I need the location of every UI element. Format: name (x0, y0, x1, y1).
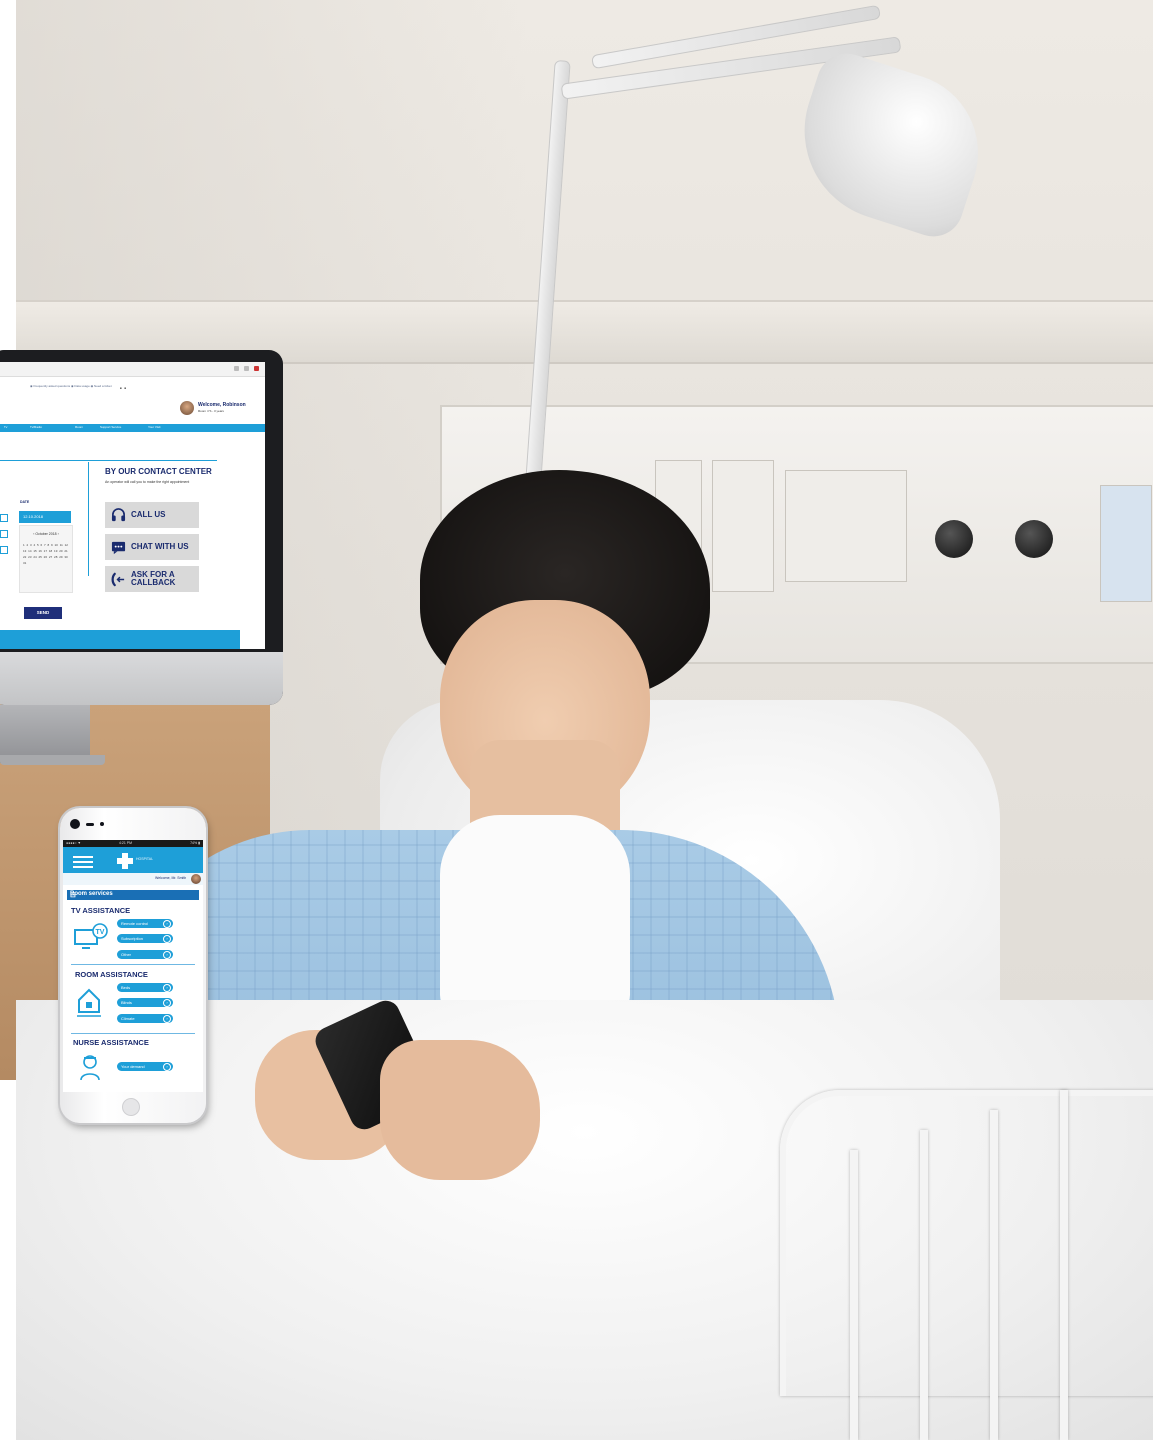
signal-indicator: ●●●●○ ▼ (66, 841, 82, 845)
monitor-stand-base (0, 755, 105, 765)
main-nav: Tv Tv/Radio Room Support Service Your Vi… (0, 424, 265, 432)
header-icons[interactable]: ■ ■ (120, 386, 126, 390)
tv-other-button[interactable]: Other › (117, 950, 173, 959)
room-services-bar: Room services ⊟ (67, 890, 199, 900)
tv-icon: TV (73, 922, 109, 957)
ask-callback-label: ASK FOR A CALLBACK (131, 570, 176, 587)
hamburger-menu-icon[interactable] (73, 856, 93, 868)
nav-item-tv[interactable]: Tv (4, 425, 7, 429)
form-field-marker[interactable] (0, 514, 8, 522)
phone-speaker (86, 823, 94, 826)
photo-scene (0, 0, 1153, 1440)
menu-icon[interactable] (244, 366, 249, 371)
antenna-outlet (712, 460, 774, 592)
rail-bar (850, 1150, 858, 1440)
remote-control-button[interactable]: Remote control › (117, 919, 173, 928)
browser-bar (0, 362, 265, 377)
chat-bubble-icon (111, 540, 126, 555)
extension-icon[interactable] (254, 366, 259, 371)
welcome-title: Welcome, Robinson (198, 402, 246, 408)
welcome-bar: Welcome, Mr. Smith (63, 873, 203, 885)
calendar-days[interactable]: 1 2 3 4 5 6 7 8 9 10 11 12 13 14 15 16 1… (23, 542, 71, 566)
call-us-button[interactable]: CALL US (105, 502, 199, 528)
hospital-cross-logo (117, 853, 133, 869)
form-field-marker[interactable] (0, 546, 8, 554)
battery-indicator: 74% ▮ (190, 841, 200, 845)
section-divider (71, 964, 195, 965)
white-tshirt (440, 815, 630, 1015)
nav-item-your-visit[interactable]: Your Visit (148, 425, 161, 429)
phone-sensor (100, 822, 104, 826)
front-camera (70, 819, 80, 829)
date-input[interactable]: 12.10.2018 (19, 511, 71, 523)
contact-center-title: BY OUR CONTACT CENTER (105, 467, 212, 476)
home-button[interactable] (122, 1098, 140, 1116)
app-header: HOSPITAL (63, 847, 203, 873)
nurse-icon (79, 1052, 101, 1087)
room-assistance-title: ROOM ASSISTANCE (75, 970, 148, 979)
suction-valve (1015, 520, 1053, 558)
desktop-screen: ◉ Frequently asked questions ◉ Data usag… (0, 362, 265, 649)
user-avatar (180, 401, 194, 415)
call-us-label: CALL US (131, 510, 166, 519)
nurse-assistance-title: NURSE ASSISTANCE (73, 1038, 149, 1047)
form-field-marker[interactable] (0, 530, 8, 538)
house-icon (75, 986, 103, 1025)
section-divider (71, 1033, 195, 1034)
tv-assistance-title: TV ASSISTANCE (71, 906, 131, 915)
headset-icon (111, 507, 126, 523)
ask-callback-button[interactable]: ASK FOR A CALLBACK (105, 566, 199, 592)
phone-screen: ●●●●○ ▼ 4:21 PM 74% ▮ HOSPITAL Welcome, … (63, 840, 203, 1092)
welcome-text: Welcome, Mr. Smith (155, 876, 187, 880)
date-calendar[interactable]: ‹ October 2018 › 1 2 3 4 5 6 7 8 9 10 11… (19, 525, 73, 593)
status-time: 4:21 PM (119, 841, 133, 845)
status-bar: ●●●●○ ▼ 4:21 PM 74% ▮ (63, 840, 203, 847)
svg-text:TV: TV (96, 929, 105, 936)
top-links[interactable]: ◉ Frequently asked questions ◉ Data usag… (30, 384, 160, 392)
bed-side-rail (780, 1090, 1153, 1396)
rail-bar (1060, 1090, 1068, 1440)
nav-item-tv-radio[interactable]: Tv/Radio (30, 425, 42, 429)
column-divider (88, 462, 89, 576)
section-divider (0, 460, 217, 461)
blinds-button[interactable]: Blinds › (117, 998, 173, 1007)
logo-text: HOSPITAL (136, 857, 154, 861)
bed-icon: ⊟ (70, 892, 76, 899)
page-footer (0, 630, 240, 649)
oxygen-valve (935, 520, 973, 558)
send-button[interactable]: SEND (24, 607, 62, 619)
calendar-month[interactable]: ‹ October 2018 › (20, 532, 72, 536)
subscription-button[interactable]: Subscription › (117, 934, 173, 943)
rail-bar (990, 1110, 998, 1440)
switch-panel (785, 470, 907, 582)
welcome-subtitle: Room n°b - 3 years (198, 409, 224, 413)
nav-item-room[interactable]: Room (75, 425, 83, 429)
date-label: DATE (20, 500, 30, 504)
avatar[interactable] (191, 874, 201, 884)
beds-button[interactable]: Beds › (117, 983, 173, 992)
right-hand (380, 1040, 540, 1180)
climate-button[interactable]: Climate › (117, 1014, 173, 1023)
chat-with-us-label: CHAT WITH US (131, 542, 189, 551)
your-demand-button[interactable]: Your demand › (117, 1062, 173, 1071)
rail-bar (920, 1130, 928, 1440)
nav-item-support-service[interactable]: Support Service (100, 425, 121, 429)
chat-with-us-button[interactable]: CHAT WITH US (105, 534, 199, 560)
nurse-call-outlet (1100, 485, 1152, 602)
star-icon[interactable] (234, 366, 239, 371)
callback-phone-icon (111, 572, 126, 587)
contact-center-text: An operator will call you to make the ri… (105, 480, 190, 484)
monitor-chin (0, 652, 283, 705)
